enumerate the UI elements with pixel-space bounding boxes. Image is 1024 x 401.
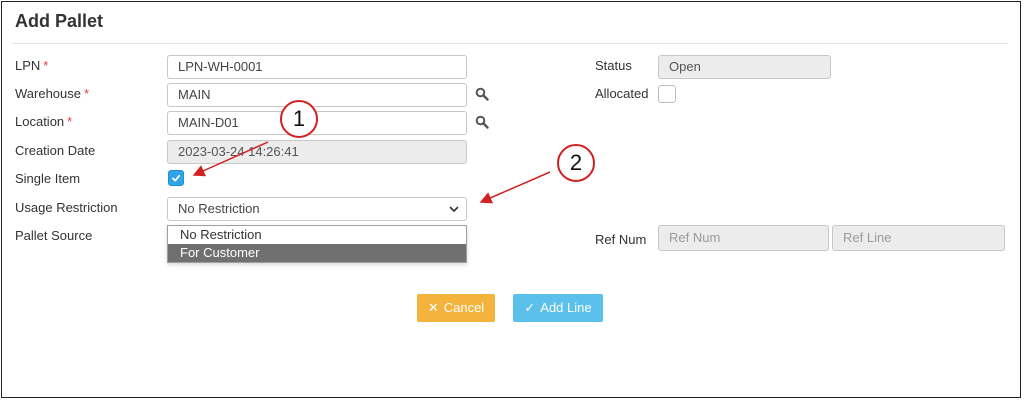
annotation-arrows xyxy=(192,141,551,204)
add-pallet-dialog: Add Pallet LPN * LPN-WH-0001 Warehouse * M… xyxy=(1,1,1021,398)
callout-2: 2 xyxy=(557,144,595,182)
annotation-arrow-1 xyxy=(192,141,269,177)
annotation-arrow-2 xyxy=(479,171,551,204)
callout-1: 1 xyxy=(280,100,318,138)
